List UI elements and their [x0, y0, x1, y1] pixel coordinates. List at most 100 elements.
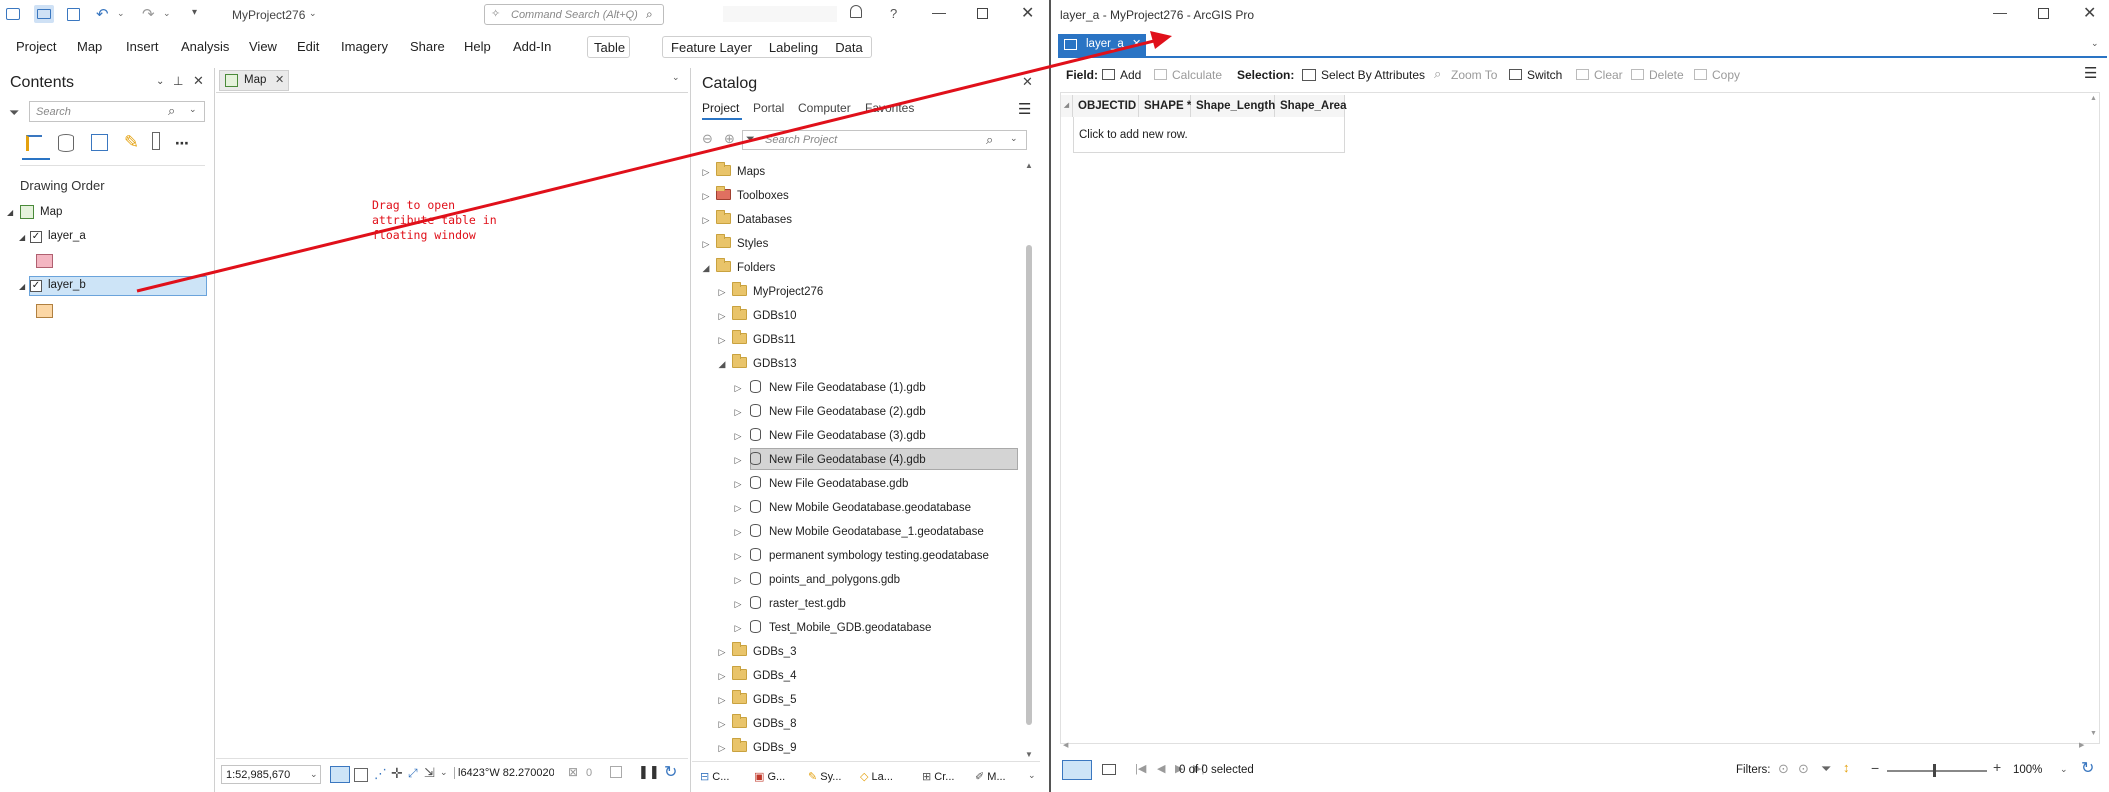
gdb-item[interactable]: ▷ New File Geodatabase (1).gdb: [732, 377, 926, 399]
ribbon-tab-help[interactable]: Help: [458, 36, 497, 58]
scroll-up-icon[interactable]: ▲: [1025, 161, 1033, 170]
close-contents-icon[interactable]: ✕: [193, 73, 204, 89]
catalog-item-styles[interactable]: ▷ Styles: [700, 233, 768, 255]
expand-icon[interactable]: ▷: [716, 737, 728, 759]
search-icon[interactable]: ⌕: [646, 7, 653, 22]
ribbon-tab-project[interactable]: Project: [10, 36, 62, 58]
filter-icon[interactable]: ⏷: [9, 105, 19, 121]
gdb-item[interactable]: ▷ New Mobile Geodatabase_1.geodatabase: [732, 521, 984, 543]
expand-icon[interactable]: ▷: [700, 233, 712, 255]
filter-selection-icon[interactable]: ⊙: [1798, 761, 1809, 777]
column-header-shape-length[interactable]: Shape_Length: [1191, 95, 1275, 117]
zoom-slider[interactable]: [1887, 770, 1987, 772]
ribbon-tab-map[interactable]: Map: [71, 36, 108, 58]
first-record-icon[interactable]: |◀: [1135, 762, 1146, 775]
ribbon-tab-imagery[interactable]: Imagery: [335, 36, 394, 58]
folder-item[interactable]: ▷ MyProject276: [716, 281, 823, 303]
customize-toolbar-icon[interactable]: ▾: [192, 7, 197, 18]
user-account-box[interactable]: [723, 6, 837, 22]
contents-search-icon[interactable]: ⌕: [168, 103, 175, 119]
expand-icon[interactable]: ▷: [700, 161, 712, 183]
ribbon-tab-share[interactable]: Share: [404, 36, 451, 58]
undo-dropdown-icon[interactable]: ⌄: [117, 8, 125, 19]
selected-features-icon[interactable]: ⊠: [568, 765, 578, 779]
crosshair-icon[interactable]: ✛: [391, 765, 403, 782]
catalog-menu-icon[interactable]: ☰: [1018, 100, 1031, 118]
project-name-dropdown-icon[interactable]: ⌄: [309, 8, 317, 19]
save-icon[interactable]: [67, 8, 80, 21]
catalog-tab-favorites[interactable]: Favorites: [865, 101, 914, 115]
layer-a-label[interactable]: layer_a: [48, 230, 86, 242]
expand-icon[interactable]: ▷: [732, 473, 744, 495]
table-scroll-right-icon[interactable]: ▶: [2079, 741, 2084, 749]
collapse-icon[interactable]: ◢: [716, 353, 728, 375]
zoom-dropdown-icon[interactable]: ⌄: [2060, 764, 2068, 775]
tabs-dropdown-icon[interactable]: ⌄: [2091, 38, 2099, 49]
map-catalog-splitter[interactable]: [690, 68, 691, 792]
table-tab[interactable]: layer_a ✕: [1058, 34, 1146, 56]
map-expand-icon[interactable]: ◢: [7, 208, 13, 217]
table-refresh-icon[interactable]: ↻: [2081, 758, 2094, 778]
clear-selection-button[interactable]: Clear: [1594, 68, 1623, 82]
pin-icon[interactable]: ⊥: [173, 74, 183, 88]
gdb-item[interactable]: ▷ permanent symbology testing.geodatabase: [732, 545, 989, 567]
ribbon-tab-analysis[interactable]: Analysis: [175, 36, 235, 58]
add-field-button[interactable]: Add: [1120, 68, 1141, 82]
expand-icon[interactable]: ▷: [732, 617, 744, 639]
delete-button[interactable]: Delete: [1649, 68, 1684, 82]
nav-tools-icon[interactable]: ⇲: [424, 765, 435, 781]
bottom-tab-labeling[interactable]: ◇ La...: [860, 770, 893, 783]
float-maximize-icon[interactable]: [2038, 8, 2049, 19]
table-scroll-down-icon[interactable]: ▼: [2090, 730, 2097, 737]
folder-item[interactable]: ◢ GDBs13: [716, 353, 796, 375]
layer-a-symbol[interactable]: [36, 254, 53, 268]
gdb-item[interactable]: ▷ New File Geodatabase (3).gdb: [732, 425, 926, 447]
nav-tools-dropdown-icon[interactable]: ⌄: [440, 767, 448, 778]
list-by-editing-icon[interactable]: ✎: [124, 132, 139, 153]
scroll-down-icon[interactable]: ▼: [1025, 750, 1033, 759]
expand-icon[interactable]: ▷: [700, 185, 712, 207]
catalog-item-folders[interactable]: ◢ Folders: [700, 257, 775, 279]
ribbon-tab-edit[interactable]: Edit: [291, 36, 325, 58]
expand-icon[interactable]: ▷: [700, 209, 712, 231]
expand-icon[interactable]: ▷: [716, 689, 728, 711]
zoom-to-button[interactable]: Zoom To: [1451, 68, 1497, 82]
folder-item[interactable]: ▷ GDBs_9: [716, 737, 796, 759]
more-views-icon[interactable]: ⋯: [175, 135, 189, 152]
table-scroll-up-icon[interactable]: ▲: [2090, 95, 2097, 102]
zoom-in-icon[interactable]: +: [1993, 759, 2001, 775]
layer-a-expand-icon[interactable]: ◢: [19, 233, 25, 242]
column-header-shape-area[interactable]: Shape_Area: [1275, 95, 1346, 117]
undo-icon[interactable]: ↶: [96, 5, 109, 23]
gdb-item[interactable]: ▷ New Mobile Geodatabase.geodatabase: [732, 497, 971, 519]
bottom-tab-catalog[interactable]: ⊟ C...: [700, 770, 729, 783]
catalog-tab-computer[interactable]: Computer: [798, 101, 851, 115]
map-options-icon[interactable]: [610, 766, 622, 778]
show-all-records-icon[interactable]: [1062, 760, 1092, 780]
expand-icon[interactable]: ▷: [732, 377, 744, 399]
minimize-icon[interactable]: —: [932, 4, 946, 20]
folder-item[interactable]: ▷ GDBs_3: [716, 641, 796, 663]
expand-icon[interactable]: ▷: [732, 521, 744, 543]
contents-map-splitter[interactable]: [214, 68, 215, 792]
ribbon-tab-addin[interactable]: Add-In: [507, 36, 557, 58]
expand-icon[interactable]: ▷: [716, 329, 728, 351]
help-icon[interactable]: ?: [890, 6, 897, 21]
expand-icon[interactable]: ▷: [716, 713, 728, 735]
ribbon-tab-insert[interactable]: Insert: [120, 36, 165, 58]
snapping-icon[interactable]: ⋰: [374, 766, 387, 782]
folder-item[interactable]: ▷ GDBs_4: [716, 665, 796, 687]
column-header-shape[interactable]: SHAPE *: [1139, 95, 1191, 117]
map-tab-close-icon[interactable]: ✕: [275, 73, 284, 86]
gdb-item-selected[interactable]: ▷ New File Geodatabase (4).gdb: [732, 449, 926, 471]
map-layout-icon[interactable]: [330, 766, 350, 783]
bottom-tab-geoprocessing[interactable]: ▣ G...: [754, 770, 785, 783]
catalog-item-maps[interactable]: ▷ Maps: [700, 161, 765, 183]
expand-icon[interactable]: ▷: [716, 305, 728, 327]
gdb-item[interactable]: ▷ raster_test.gdb: [732, 593, 846, 615]
map-canvas[interactable]: [216, 92, 688, 752]
refresh-icon[interactable]: ↻: [664, 762, 677, 782]
context-tab-data[interactable]: Data: [827, 36, 872, 58]
row-header-cell[interactable]: ◢: [1061, 95, 1073, 117]
catalog-tab-project[interactable]: Project: [702, 101, 739, 115]
